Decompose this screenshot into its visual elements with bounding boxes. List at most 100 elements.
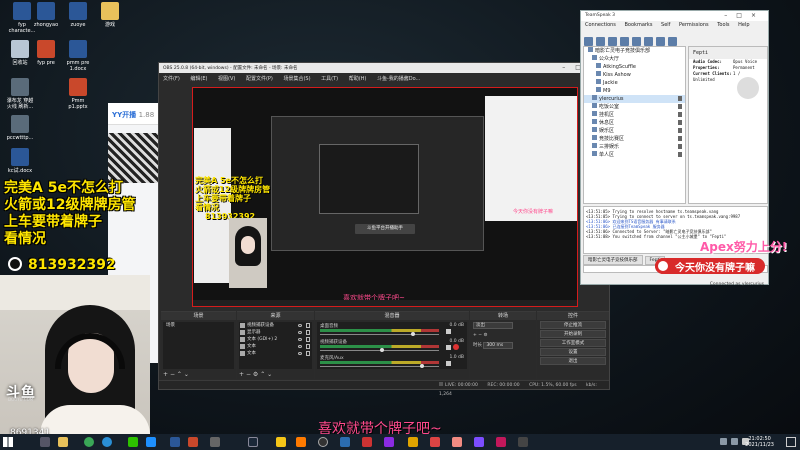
ts-menu-permissions[interactable]: Permissions	[679, 22, 709, 28]
teamspeak-icon[interactable]	[340, 437, 350, 447]
down-icon[interactable]: ⌄	[267, 371, 272, 378]
studio-mode-button[interactable]: 工作室模式	[540, 339, 606, 347]
desktop-icon-games[interactable]: 游戏	[90, 2, 130, 28]
sources-list[interactable]: 视频捕获设备 显示器 文本 (GDI+) 2 文本 文本	[239, 322, 312, 369]
source-item[interactable]: 文本 (GDI+) 2	[239, 336, 312, 343]
ts-tree-item[interactable]: AtkingScuffle	[584, 63, 685, 71]
ts-channel-tree[interactable]: 暗影亡灵电子竞技俱乐部 公众大厅 AtkingScuffle Kiss Asho…	[583, 46, 686, 204]
ts-tree-item[interactable]: M9	[584, 87, 685, 95]
add-icon[interactable]: +	[163, 371, 168, 378]
file-explorer-icon[interactable]	[58, 437, 68, 447]
source-item[interactable]: 显示器	[239, 329, 312, 336]
down-icon[interactable]: ⌄	[184, 371, 189, 378]
speaker-icon[interactable]	[446, 361, 451, 366]
ts-menu-self[interactable]: Self	[661, 22, 670, 28]
obs-titlebar[interactable]: OBS 25.0.8 (64-bit, windows) - 配置文件: 未命名…	[159, 63, 609, 73]
edge-icon[interactable]	[102, 437, 112, 447]
desktop-icon-pmm-pptx[interactable]: Pmm p1.pptx	[58, 78, 98, 110]
taskbar-clock[interactable]: 21:02:50 2021/11/23	[745, 436, 774, 448]
search-icon[interactable]	[40, 437, 50, 447]
app-icon[interactable]	[474, 437, 484, 447]
ts-tree-item[interactable]: 公众大厅	[584, 55, 685, 63]
exit-button[interactable]: 退出	[540, 357, 606, 365]
ts-tree-item[interactable]: 挂机区	[584, 111, 685, 119]
windows-start-icon[interactable]	[3, 437, 13, 447]
ts-tree-item[interactable]: ylercurius	[584, 95, 685, 103]
menu-profile[interactable]: 配置文件(P)	[246, 76, 273, 82]
speaker-icon[interactable]	[446, 345, 451, 350]
source-item[interactable]: 文本	[239, 350, 312, 357]
obs-window[interactable]: OBS 25.0.8 (64-bit, windows) - 配置文件: 未命名…	[158, 62, 610, 397]
qq-icon[interactable]	[146, 437, 156, 447]
yy-icon[interactable]	[276, 437, 286, 447]
volume-knob[interactable]	[380, 348, 384, 352]
source-item[interactable]: 文本	[239, 343, 312, 350]
ts-menu-bookmarks[interactable]: Bookmarks	[625, 22, 653, 28]
menu-edit[interactable]: 编辑(E)	[190, 76, 207, 82]
steam-icon[interactable]	[248, 437, 258, 447]
mic-icon[interactable]	[632, 37, 641, 46]
remove-icon[interactable]: −	[170, 371, 175, 378]
ts-tree-item[interactable]: 单人区	[584, 151, 685, 159]
speaker-icon[interactable]	[446, 329, 451, 334]
word-icon[interactable]	[170, 437, 180, 447]
ts-tree-item[interactable]: Jackie	[584, 79, 685, 87]
app-icon[interactable]	[496, 437, 506, 447]
settings-gear-icon[interactable]: ⚙	[483, 333, 487, 338]
ts-tree-item[interactable]: Kiss Ashow	[584, 71, 685, 79]
ts-menu-tools[interactable]: Tools	[717, 22, 729, 28]
desktop-icon-kc-docx[interactable]: kc试.docx	[0, 148, 40, 174]
app-icon[interactable]	[362, 437, 372, 447]
app-icon[interactable]	[430, 437, 440, 447]
obs-icon[interactable]	[318, 437, 328, 447]
connect-icon[interactable]	[584, 37, 593, 46]
mute-icon[interactable]	[453, 344, 459, 350]
ts-menu-connections[interactable]: Connections	[585, 22, 616, 28]
eye-icon[interactable]	[298, 324, 302, 327]
up-icon[interactable]: ⌃	[177, 371, 182, 378]
volume-knob[interactable]	[411, 332, 415, 336]
desktop-icon-pmm-pre[interactable]: pmm pre 1.docx	[58, 40, 98, 72]
volume-slider[interactable]	[320, 334, 439, 335]
desktop-icon-game-app[interactable]: 瀑布龙 穿越 火线 刷新...	[0, 78, 40, 110]
wechat-icon[interactable]	[128, 437, 138, 447]
speaker-icon[interactable]	[644, 37, 653, 46]
duration-input[interactable]: 300 ms	[483, 342, 514, 349]
ts-tree-item[interactable]: 休息区	[584, 119, 685, 127]
menu-view[interactable]: 视图(V)	[218, 76, 235, 82]
scene-item[interactable]: 场景	[163, 322, 234, 329]
source-item[interactable]: 视频捕获设备	[239, 322, 312, 329]
desktop-icon-pccw[interactable]: pccwtttp...	[0, 115, 40, 141]
contacts-icon[interactable]	[656, 37, 665, 46]
volume-knob[interactable]	[420, 364, 424, 368]
app-icon[interactable]	[210, 437, 220, 447]
app-icon[interactable]	[384, 437, 394, 447]
chrome-icon[interactable]	[84, 437, 94, 447]
settings-button[interactable]: 设置	[540, 348, 606, 356]
ts-titlebar[interactable]: TeamSpeak 3 –□×	[581, 11, 768, 21]
ts-tree-item[interactable]: 竞技比赛区	[584, 135, 685, 143]
away-icon[interactable]	[620, 37, 629, 46]
notification-icon[interactable]	[786, 437, 796, 447]
app-icon[interactable]	[452, 437, 462, 447]
douyu-icon[interactable]	[296, 437, 306, 447]
start-recording-button[interactable]: 开始录制	[540, 330, 606, 338]
obs-preview[interactable]: 完美A 5e不怎么打 火箭或12级牌牌房管 上车要带着牌子 看情况 813932…	[192, 87, 578, 307]
settings-gear-icon[interactable]: ⚙	[253, 371, 258, 378]
ts-tree-item[interactable]: 暗影亡灵电子竞技俱乐部	[584, 47, 685, 55]
settings-icon[interactable]	[668, 37, 677, 46]
remove-icon[interactable]: −	[478, 333, 482, 338]
menu-file[interactable]: 文件(F)	[163, 76, 180, 82]
menu-tools[interactable]: 工具(T)	[321, 76, 338, 82]
eye-icon[interactable]	[298, 352, 302, 355]
bookmark-icon[interactable]	[608, 37, 617, 46]
ts-tab-server[interactable]: 暗影亡灵电子竞技俱乐部	[583, 255, 643, 265]
app-icon[interactable]	[518, 437, 528, 447]
stop-streaming-button[interactable]: 停止推流	[540, 321, 606, 329]
ts-tree-item[interactable]: 吃饭公室	[584, 103, 685, 111]
disconnect-icon[interactable]	[596, 37, 605, 46]
add-icon[interactable]: +	[473, 333, 477, 338]
remove-icon[interactable]: −	[246, 371, 251, 378]
ts-tree-item[interactable]: 娱乐区	[584, 127, 685, 135]
lock-icon[interactable]	[306, 330, 310, 335]
